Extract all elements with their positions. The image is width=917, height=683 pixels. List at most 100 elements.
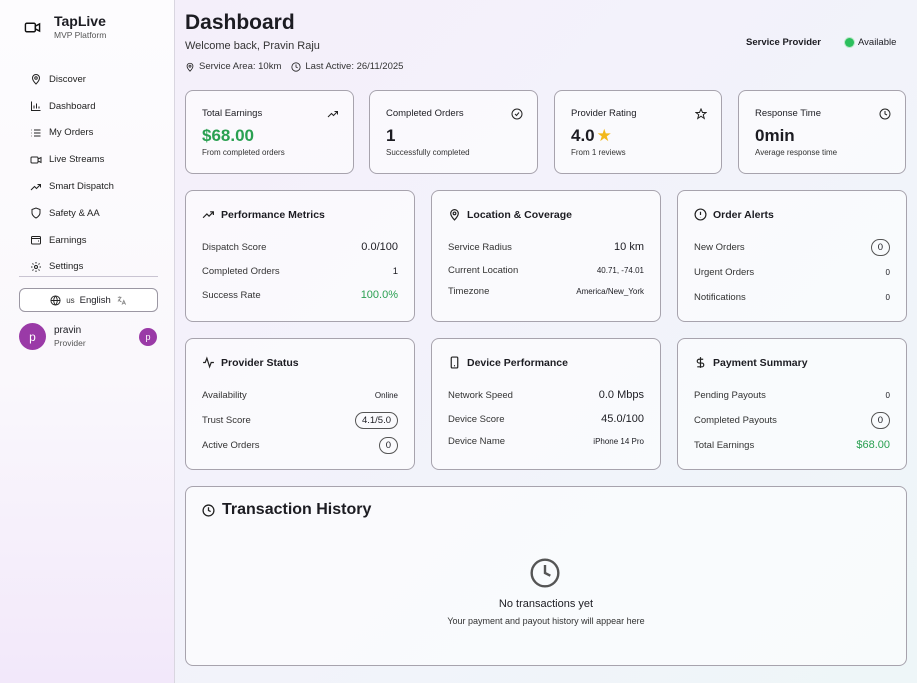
user-name: pravin bbox=[54, 325, 82, 336]
metric-row: Completed Orders 1 bbox=[202, 264, 398, 278]
location-coverage-card: Location & Coverage Service Radius 10 km … bbox=[431, 190, 661, 322]
avatar-menu-button[interactable]: p bbox=[139, 328, 157, 346]
check-circle-icon bbox=[511, 107, 523, 120]
star-filled-icon: ★ bbox=[596, 126, 612, 145]
panel-title: Payment Summary bbox=[694, 356, 808, 369]
stat-title: Provider Rating bbox=[571, 108, 637, 119]
metric-label: Success Rate bbox=[202, 289, 261, 301]
stat-subtitle: Successfully completed bbox=[386, 148, 470, 157]
count-badge: 0 bbox=[870, 238, 890, 256]
metric-row: Success Rate 100.0% bbox=[202, 288, 398, 302]
last-active: Last Active: 26/11/2025 bbox=[305, 61, 404, 72]
shield-icon bbox=[30, 207, 42, 219]
list-icon bbox=[30, 127, 42, 139]
brand-name: TapLive bbox=[54, 13, 106, 29]
star-icon bbox=[694, 107, 708, 120]
sidebar-item-smart-dispatch[interactable]: Smart Dispatch bbox=[0, 173, 175, 200]
bar-chart-icon bbox=[30, 100, 42, 112]
metric-row: Completed Payouts 0 bbox=[694, 411, 890, 429]
metric-row: Device Score 45.0/100 bbox=[448, 412, 644, 426]
availability-status[interactable]: Available bbox=[845, 37, 896, 48]
globe-icon bbox=[50, 294, 61, 306]
stat-value: 1 bbox=[386, 126, 396, 145]
user-role: Provider bbox=[54, 338, 86, 348]
panel-title-text: Performance Metrics bbox=[221, 208, 325, 221]
provider-status-card: Provider Status Availability Online Trust… bbox=[185, 338, 415, 470]
sidebar-item-my-orders[interactable]: My Orders bbox=[0, 120, 175, 147]
stat-subtitle: From completed orders bbox=[202, 148, 285, 157]
metric-value: 0 bbox=[885, 267, 890, 277]
metric-label: Urgent Orders bbox=[694, 266, 755, 278]
rating-value: 4.0 bbox=[571, 126, 595, 145]
panel-title-text: Payment Summary bbox=[713, 356, 808, 369]
metric-row: Timezone America/New_York bbox=[448, 284, 644, 298]
metric-row: Availability Online bbox=[202, 388, 398, 402]
sidebar-item-live-streams[interactable]: Live Streams bbox=[0, 146, 175, 173]
performance-metrics-card: Performance Metrics Dispatch Score 0.0/10… bbox=[185, 190, 415, 322]
language-flag: us bbox=[66, 295, 75, 305]
language-selector[interactable]: us English bbox=[19, 288, 158, 312]
sidebar-item-dashboard[interactable]: Dashboard bbox=[0, 93, 175, 120]
metric-label: Completed Orders bbox=[202, 265, 280, 277]
brand[interactable]: TapLive MVP Platform bbox=[24, 13, 106, 41]
user-profile[interactable]: p pravin Provider p bbox=[19, 323, 159, 351]
metric-label: Active Orders bbox=[202, 439, 260, 451]
metric-label: Dispatch Score bbox=[202, 241, 267, 253]
sidebar-item-safety[interactable]: Safety & AA bbox=[0, 200, 175, 227]
stat-value: $68.00 bbox=[202, 126, 254, 145]
sidebar-item-label: My Orders bbox=[49, 127, 94, 139]
sidebar-item-label: Smart Dispatch bbox=[49, 181, 114, 193]
sidebar-item-earnings[interactable]: Earnings bbox=[0, 227, 175, 254]
panel-title: Transaction History bbox=[202, 501, 371, 519]
welcome-text: Welcome back, Pravin Raju bbox=[185, 40, 320, 52]
metric-label: Trust Score bbox=[202, 414, 251, 426]
metric-row: Total Earnings $68.00 bbox=[694, 438, 890, 452]
transaction-history-card: Transaction History No transactions yet … bbox=[185, 486, 907, 666]
stat-subtitle: From 1 reviews bbox=[571, 148, 626, 157]
map-pin-icon bbox=[450, 209, 459, 221]
count-badge: 0 bbox=[870, 411, 890, 429]
clock-icon bbox=[202, 503, 215, 517]
gear-icon bbox=[30, 261, 42, 273]
metric-label: Timezone bbox=[448, 285, 490, 297]
stat-card-provider-rating: Provider Rating 4.0 ★ From 1 reviews bbox=[554, 90, 722, 174]
service-area: Service Area: 10km bbox=[199, 61, 282, 72]
sidebar-nav: Discover Dashboard My Orders Live Stream… bbox=[0, 66, 175, 280]
trust-score-badge: 4.1/5.0 bbox=[354, 411, 398, 429]
metric-row: Urgent Orders 0 bbox=[694, 265, 890, 279]
panel-title-text: Order Alerts bbox=[713, 208, 774, 221]
panel-title: Device Performance bbox=[448, 356, 568, 369]
panel-title: Order Alerts bbox=[694, 208, 774, 221]
smartphone-icon bbox=[450, 356, 459, 369]
metric-label: Device Name bbox=[448, 435, 506, 447]
stat-title: Completed Orders bbox=[386, 108, 464, 119]
empty-state-title: No transactions yet bbox=[498, 598, 594, 610]
metric-label: Network Speed bbox=[448, 389, 513, 401]
payment-summary-card: Payment Summary Pending Payouts 0 Complet… bbox=[677, 338, 907, 470]
metric-value: 45.0/100 bbox=[601, 413, 644, 425]
metric-row: Dispatch Score 0.0/100 bbox=[202, 240, 398, 254]
trending-up-icon bbox=[30, 181, 42, 193]
sidebar-divider bbox=[19, 276, 158, 277]
metric-value: 100.0% bbox=[360, 289, 398, 301]
clock-icon bbox=[879, 107, 891, 120]
panel-title-text: Location & Coverage bbox=[467, 208, 573, 221]
metric-row: Trust Score 4.1/5.0 bbox=[202, 411, 398, 429]
metric-row: Device Name iPhone 14 Pro bbox=[448, 434, 644, 448]
provider-meta: Service Area: 10km Last Active: 26/11/20… bbox=[185, 61, 413, 72]
metric-row: Current Location 40.71, -74.01 bbox=[448, 263, 644, 277]
sidebar-item-discover[interactable]: Discover bbox=[0, 66, 175, 93]
panel-title: Location & Coverage bbox=[448, 208, 572, 221]
sidebar-item-label: Settings bbox=[49, 261, 84, 273]
language-label: English bbox=[79, 294, 111, 306]
metric-value: 1 bbox=[392, 265, 398, 277]
status-value: Online bbox=[374, 390, 398, 400]
trending-up-icon bbox=[327, 107, 339, 119]
metric-row: Notifications 0 bbox=[694, 290, 890, 304]
device-performance-card: Device Performance Network Speed 0.0 Mbps… bbox=[431, 338, 661, 470]
stat-title: Total Earnings bbox=[202, 108, 263, 119]
wallet-icon bbox=[30, 234, 42, 246]
metric-value: $68.00 bbox=[856, 439, 890, 451]
avatar: p bbox=[19, 323, 46, 350]
metric-label: New Orders bbox=[694, 241, 745, 253]
